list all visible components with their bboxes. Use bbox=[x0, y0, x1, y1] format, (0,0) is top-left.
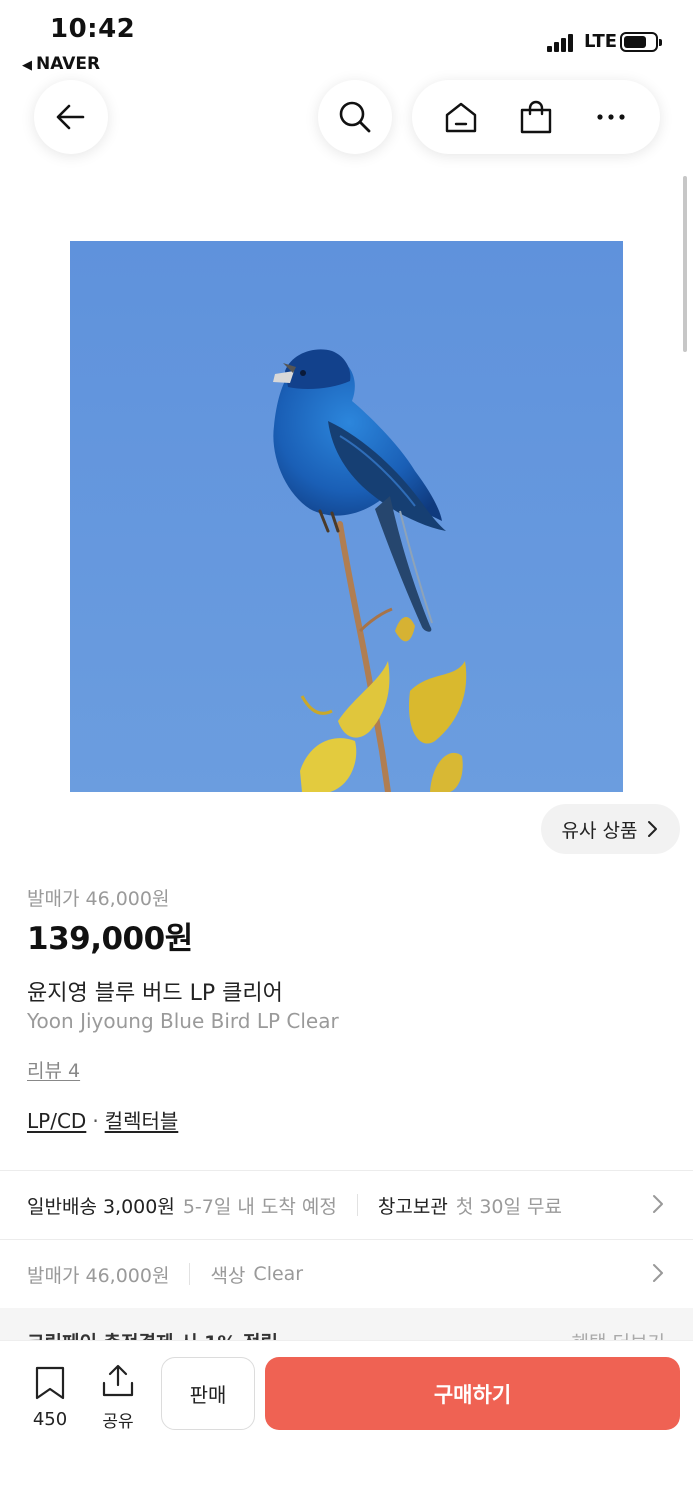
scroll-indicator bbox=[683, 176, 687, 352]
storage-label: 창고보관 bbox=[377, 1195, 448, 1218]
bookmark-count: 450 bbox=[32, 1409, 68, 1430]
color-value: Clear bbox=[253, 1263, 304, 1285]
similar-products-label: 유사 상품 bbox=[561, 819, 638, 842]
back-app-label: NAVER bbox=[36, 54, 101, 74]
bottom-action-bar: 450 공유 판매 구매하기 bbox=[0, 1340, 693, 1500]
category-separator: · bbox=[92, 1109, 99, 1133]
color-label: 색상 bbox=[210, 1264, 246, 1287]
category-link-collectible[interactable]: 컬렉터블 bbox=[105, 1109, 179, 1133]
option-release-price: 발매가 46,000원 bbox=[27, 1264, 170, 1287]
option-separator bbox=[189, 1263, 191, 1285]
option-row[interactable]: 발매가 46,000원 색상 Clear bbox=[0, 1240, 693, 1308]
bookmark-icon bbox=[35, 1366, 65, 1400]
shipping-eta: 5-7일 내 도착 예정 bbox=[182, 1195, 337, 1218]
arrow-left-icon bbox=[56, 104, 85, 130]
shopping-bag-icon bbox=[520, 100, 552, 134]
chevron-right-icon bbox=[653, 1195, 663, 1213]
bird-on-branch-illustration bbox=[70, 241, 623, 792]
product-name-english: Yoon Jiyoung Blue Bird LP Clear bbox=[27, 1009, 339, 1033]
chevron-right-icon bbox=[648, 821, 658, 837]
back-to-app-link[interactable]: ◀ NAVER bbox=[22, 54, 100, 74]
product-name-korean: 윤지영 블루 버드 LP 클리어 bbox=[27, 981, 283, 1006]
product-image[interactable] bbox=[70, 241, 623, 792]
search-icon bbox=[339, 101, 371, 133]
back-triangle-icon: ◀ bbox=[22, 58, 32, 73]
more-horizontal-icon bbox=[597, 114, 625, 120]
sell-button[interactable]: 판매 bbox=[161, 1357, 255, 1430]
home-icon bbox=[446, 102, 477, 133]
chevron-right-icon bbox=[653, 1264, 663, 1282]
storage-note: 첫 30일 무료 bbox=[455, 1195, 562, 1218]
release-price: 발매가 46,000원 bbox=[27, 888, 170, 910]
similar-products-button[interactable]: 유사 상품 bbox=[541, 804, 680, 854]
status-bar: 10:42 ◀ NAVER LTE bbox=[0, 0, 693, 80]
home-button[interactable] bbox=[431, 87, 491, 147]
top-action-group bbox=[412, 80, 660, 154]
shipping-row[interactable]: 일반배송 3,000원 5-7일 내 도착 예정 창고보관 첫 30일 무료 bbox=[0, 1171, 693, 1239]
back-button[interactable] bbox=[34, 80, 108, 154]
share-icon bbox=[102, 1364, 134, 1397]
category-breadcrumb: LP/CD · 컬렉터블 bbox=[27, 1105, 178, 1134]
cellular-signal-icon bbox=[547, 34, 577, 52]
share-label: 공유 bbox=[102, 1412, 134, 1432]
share-button[interactable]: 공유 bbox=[96, 1363, 140, 1432]
category-link-lpcd[interactable]: LP/CD bbox=[27, 1109, 86, 1133]
more-button[interactable] bbox=[581, 87, 641, 147]
status-time: 10:42 bbox=[50, 14, 136, 44]
product-price: 139,000원 bbox=[27, 921, 193, 957]
buy-button[interactable]: 구매하기 bbox=[265, 1357, 680, 1430]
shopping-bag-button[interactable] bbox=[506, 87, 566, 147]
bookmark-button[interactable]: 450 bbox=[28, 1365, 72, 1430]
shipping-separator bbox=[356, 1194, 358, 1216]
shipping-label: 일반배송 3,000원 bbox=[27, 1195, 175, 1218]
review-link[interactable]: 리뷰 4 bbox=[27, 1056, 80, 1083]
network-type: LTE bbox=[584, 31, 618, 52]
search-button[interactable] bbox=[318, 80, 392, 154]
battery-icon bbox=[620, 32, 662, 52]
